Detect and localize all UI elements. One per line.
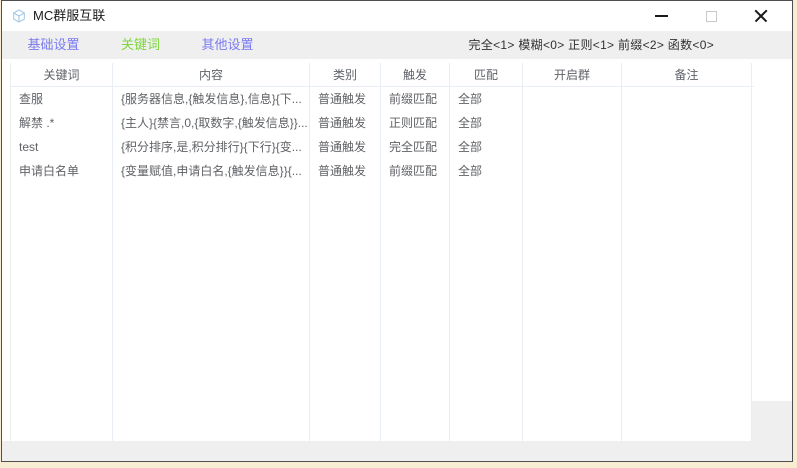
- cell-remark: [622, 111, 752, 135]
- cell-category: 普通触发: [310, 87, 381, 111]
- cell-content: {变量赋值,申请白名,{触发信息}}{...: [113, 159, 310, 183]
- cell-category: 普通触发: [310, 135, 381, 159]
- column-header-category[interactable]: 类别: [310, 63, 381, 86]
- column-header-trigger[interactable]: 触发: [381, 63, 450, 86]
- cell-keyword: 解禁 .*: [10, 111, 113, 135]
- cell-remark: [622, 159, 752, 183]
- title-bar[interactable]: MC群服互联: [2, 1, 792, 31]
- cell-trigger: 完全匹配: [381, 135, 450, 159]
- table-row[interactable]: 申请白名单 {变量赋值,申请白名,{触发信息}}{... 普通触发 前缀匹配 全…: [10, 159, 754, 183]
- window-controls: [636, 1, 786, 31]
- close-button[interactable]: [736, 1, 786, 31]
- tab-bar: 基础设置 关键词 其他设置 完全<1> 模糊<0> 正则<1> 前缀<2> 函数…: [2, 31, 792, 59]
- cell-content: {服务器信息,{触发信息},信息}{下...: [113, 87, 310, 111]
- tab-keywords[interactable]: 关键词: [97, 31, 184, 59]
- cell-keyword: test: [10, 135, 113, 159]
- status-bar: [2, 441, 792, 461]
- close-icon: [754, 9, 768, 23]
- cell-trigger: 正则匹配: [381, 111, 450, 135]
- column-header-enabled-groups[interactable]: 开启群: [523, 63, 622, 86]
- tab-other-settings[interactable]: 其他设置: [184, 31, 271, 59]
- table-row[interactable]: test {积分排序,是,积分排行}{下行}{变... 普通触发 完全匹配 全部: [10, 135, 754, 159]
- cell-match: 全部: [450, 159, 523, 183]
- column-header-match[interactable]: 匹配: [450, 63, 523, 86]
- keyword-table: 关键词 内容 类别 触发 匹配 开启群 备注 查服 {服务器信息,{触发信息},…: [10, 63, 754, 441]
- cell-remark: [622, 135, 752, 159]
- cell-content: {积分排序,是,积分排行}{下行}{变...: [113, 135, 310, 159]
- minimize-button[interactable]: [636, 1, 686, 31]
- cell-category: 普通触发: [310, 111, 381, 135]
- cell-enabled-groups: [523, 87, 622, 111]
- table-row[interactable]: 解禁 .* {主人}{禁言,0,{取数字,{触发信息}}... 普通触发 正则匹…: [10, 111, 754, 135]
- column-header-keyword[interactable]: 关键词: [10, 63, 113, 86]
- cell-category: 普通触发: [310, 159, 381, 183]
- cell-enabled-groups: [523, 159, 622, 183]
- match-type-counts: 完全<1> 模糊<0> 正则<1> 前缀<2> 函数<0>: [468, 38, 714, 52]
- cell-enabled-groups: [523, 111, 622, 135]
- cell-remark: [622, 87, 752, 111]
- app-window: MC群服互联 基础设置 关键词 其他设置 完全<1> 模糊<0> 正则<1> 前…: [1, 0, 793, 462]
- maximize-button[interactable]: [686, 1, 736, 31]
- cell-keyword: 查服: [10, 87, 113, 111]
- maximize-icon: [705, 10, 717, 22]
- tab-basic-settings[interactable]: 基础设置: [10, 31, 97, 59]
- cell-match: 全部: [450, 111, 523, 135]
- cell-content: {主人}{禁言,0,{取数字,{触发信息}}...: [113, 111, 310, 135]
- cell-match: 全部: [450, 87, 523, 111]
- table-header-row: 关键词 内容 类别 触发 匹配 开启群 备注: [10, 63, 754, 87]
- cell-match: 全部: [450, 135, 523, 159]
- column-header-content[interactable]: 内容: [113, 63, 310, 86]
- table-empty-area: [10, 183, 754, 441]
- column-header-remark[interactable]: 备注: [622, 63, 752, 86]
- cell-trigger: 前缀匹配: [381, 87, 450, 111]
- cell-enabled-groups: [523, 135, 622, 159]
- cell-keyword: 申请白名单: [10, 159, 113, 183]
- minimize-icon: [654, 15, 668, 17]
- table-row[interactable]: 查服 {服务器信息,{触发信息},信息}{下... 普通触发 前缀匹配 全部: [10, 87, 754, 111]
- cell-trigger: 前缀匹配: [381, 159, 450, 183]
- cube-icon: [13, 9, 25, 23]
- window-title: MC群服互联: [33, 8, 106, 23]
